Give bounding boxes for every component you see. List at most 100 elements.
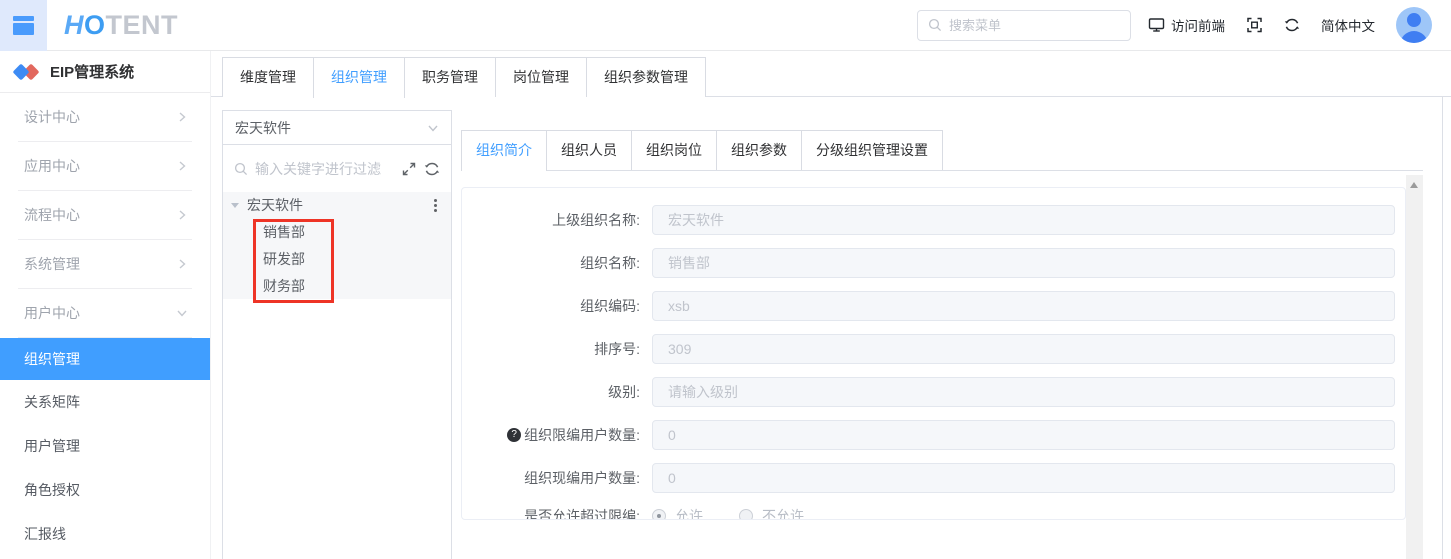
tree-node-label: 财务部 — [263, 276, 305, 296]
sidebar-group-app-center[interactable]: 应用中心 — [0, 142, 210, 190]
chevron-right-icon — [176, 209, 188, 221]
sort-number-field[interactable]: 309 — [652, 334, 1395, 364]
tab-hierarchical-org-settings[interactable]: 分级组织管理设置 — [801, 130, 943, 170]
refresh-icon — [424, 161, 440, 177]
chevron-right-icon — [176, 258, 188, 270]
main-content: 维度管理 组织管理 职务管理 岗位管理 组织参数管理 宏天软件 — [211, 51, 1451, 559]
scrollbar-up-arrow[interactable] — [1410, 182, 1418, 188]
chevron-down-icon — [176, 307, 188, 319]
form-row-org-name: 组织名称: 销售部 — [462, 241, 1405, 284]
app-window: HOTENT 访问前端 简体中文 EIP管理系统 — [0, 0, 1451, 559]
tab-org-parameters[interactable]: 组织参数 — [716, 130, 802, 170]
tab-position-management[interactable]: 职务管理 — [404, 57, 496, 97]
field-label: 组织现编用户数量: — [462, 468, 640, 488]
refresh-button[interactable] — [1284, 17, 1300, 33]
form-row-parent-org-name: 上级组织名称: 宏天软件 — [462, 198, 1405, 241]
tree-node-sales-dept[interactable]: 销售部 — [223, 218, 451, 245]
tree-node-label: 销售部 — [263, 222, 305, 242]
tab-post-management[interactable]: 岗位管理 — [495, 57, 587, 97]
detail-tabs: 组织简介 组织人员 组织岗位 组织参数 分级组织管理设置 — [461, 130, 1423, 171]
form-row-level: 级别: 请输入级别 — [462, 370, 1405, 413]
org-name-field[interactable]: 销售部 — [652, 248, 1395, 278]
allow-exceed-radio-group: 允许 不允许 — [652, 506, 840, 520]
tree-node-rd-dept[interactable]: 研发部 — [223, 245, 451, 272]
field-label: 是否允许超过限编: — [462, 506, 640, 520]
tab-organization-management[interactable]: 组织管理 — [313, 57, 405, 98]
sidebar-item-relation-matrix[interactable]: 关系矩阵 — [0, 380, 210, 424]
form-row-limit-user-count: ? 组织限编用户数量: 0 — [462, 413, 1405, 456]
level-field[interactable]: 请输入级别 — [652, 377, 1395, 407]
fullscreen-icon — [1246, 17, 1263, 33]
dimension-select[interactable]: 宏天软件 — [223, 111, 451, 145]
fullscreen-button[interactable] — [1246, 17, 1263, 33]
sidebar-group-label: 应用中心 — [24, 156, 80, 176]
chevron-down-icon — [427, 122, 439, 134]
tree-node-label: 宏天软件 — [247, 195, 303, 215]
tree-filter-input[interactable] — [255, 161, 394, 177]
node-actions-menu-icon[interactable] — [431, 197, 440, 214]
tab-dimension-management[interactable]: 维度管理 — [222, 57, 314, 97]
module-tabs: 维度管理 组织管理 职务管理 岗位管理 组织参数管理 — [211, 51, 1451, 97]
org-code-field[interactable]: xsb — [652, 291, 1395, 321]
radio-allow-label: 允许 — [675, 506, 703, 520]
form-row-org-code: 组织编码: xsb — [462, 284, 1405, 327]
sidebar-item-label: 用户管理 — [24, 436, 80, 456]
tree-node-root[interactable]: 宏天软件 — [223, 192, 451, 218]
search-icon — [928, 18, 942, 32]
sidebar-group-label: 用户中心 — [24, 303, 80, 323]
tree-node-label: 研发部 — [263, 249, 305, 269]
caret-down-icon — [230, 200, 240, 210]
sidebar-item-user-management[interactable]: 用户管理 — [0, 424, 210, 468]
tab-org-members[interactable]: 组织人员 — [546, 130, 632, 170]
radio-disallow[interactable] — [739, 509, 753, 520]
sidebar-group-label: 流程中心 — [24, 205, 80, 225]
org-tree-panel: 宏天软件 宏天软件 — [222, 110, 452, 559]
brand-logo: HOTENT — [64, 10, 178, 41]
sidebar-item-label: 角色授权 — [24, 480, 80, 500]
sidebar-group-design-center[interactable]: 设计中心 — [0, 93, 210, 141]
parent-org-name-field[interactable]: 宏天软件 — [652, 205, 1395, 235]
visit-frontend-link[interactable]: 访问前端 — [1148, 15, 1225, 35]
tree-node-finance-dept[interactable]: 财务部 — [223, 272, 451, 299]
org-detail-pane: 组织简介 组织人员 组织岗位 组织参数 分级组织管理设置 上级组织名称: 宏天软… — [461, 110, 1423, 520]
language-switcher[interactable]: 简体中文 — [1321, 15, 1375, 35]
limit-user-count-field[interactable]: 0 — [652, 420, 1395, 450]
sidebar-group-system-admin[interactable]: 系统管理 — [0, 240, 210, 288]
sidebar-item-role-authorization[interactable]: 角色授权 — [0, 468, 210, 512]
field-label: ? 组织限编用户数量: — [462, 425, 640, 445]
language-label: 简体中文 — [1321, 15, 1375, 35]
sidebar-group-user-center[interactable]: 用户中心 — [0, 289, 210, 337]
collapse-menu-button[interactable] — [0, 0, 47, 51]
chevron-right-icon — [176, 160, 188, 172]
expand-tree-button[interactable] — [401, 161, 417, 177]
field-label: 组织名称: — [462, 253, 640, 273]
current-user-count-field[interactable]: 0 — [652, 463, 1395, 493]
form-row-current-user-count: 组织现编用户数量: 0 — [462, 456, 1405, 499]
field-label: 级别: — [462, 382, 640, 402]
system-title-row: EIP管理系统 — [0, 51, 210, 93]
field-label: 上级组织名称: — [462, 210, 640, 230]
sidebar-item-label: 关系矩阵 — [24, 392, 80, 412]
vertical-scrollbar[interactable] — [1406, 175, 1423, 559]
sidebar-item-org-management[interactable]: 组织管理 — [0, 338, 210, 380]
refresh-tree-button[interactable] — [424, 161, 440, 177]
logo-letter-h: H — [64, 10, 84, 40]
refresh-icon — [1284, 17, 1300, 33]
sidebar-item-label: 汇报线 — [24, 524, 66, 544]
sidebar-item-report-line[interactable]: 汇报线 — [0, 512, 210, 556]
chevron-right-icon — [176, 111, 188, 123]
monitor-icon — [1148, 17, 1165, 33]
left-sidebar: EIP管理系统 设计中心 应用中心 流程中心 系统管理 用户中心 组织管理 — [0, 51, 211, 559]
sidebar-group-process-center[interactable]: 流程中心 — [0, 191, 210, 239]
form-row-sort-number: 排序号: 309 — [462, 327, 1405, 370]
tree-filter-row — [223, 145, 451, 192]
tab-org-posts[interactable]: 组织岗位 — [631, 130, 717, 170]
visit-frontend-label: 访问前端 — [1171, 15, 1225, 35]
tab-org-parameter-management[interactable]: 组织参数管理 — [586, 57, 706, 97]
radio-allow[interactable] — [652, 509, 666, 520]
menu-search-input[interactable] — [949, 18, 1120, 33]
user-avatar[interactable] — [1396, 7, 1432, 43]
menu-search-box[interactable] — [917, 10, 1131, 41]
tab-org-profile[interactable]: 组织简介 — [461, 130, 547, 171]
field-label: 排序号: — [462, 339, 640, 359]
